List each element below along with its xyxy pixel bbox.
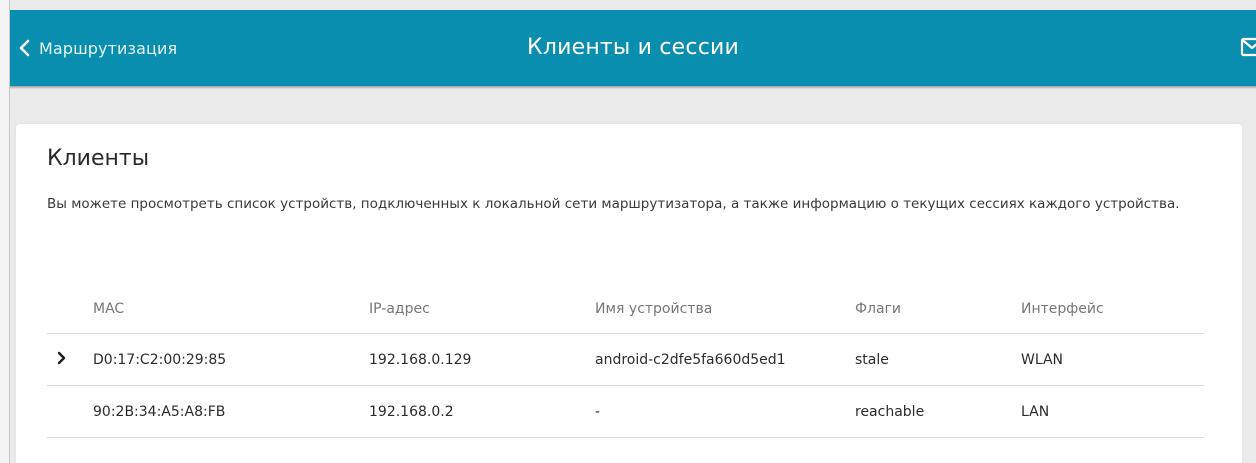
section-title: Клиенты xyxy=(47,146,150,171)
cell-device-name: android-c2dfe5fa660d5ed1 xyxy=(595,351,786,368)
page-title: Клиенты и сессии xyxy=(527,35,739,60)
app-frame: Маршрутизация Клиенты и сессии Клиенты В… xyxy=(0,0,1256,463)
cell-mac: 90:2B:34:A5:A8:FB xyxy=(93,403,226,420)
clients-table: MAC IP-адрес Имя устройства Флаги Интерф… xyxy=(47,284,1204,438)
column-header-device-name: Имя устройства xyxy=(595,300,713,317)
column-header-ip: IP-адрес xyxy=(369,300,430,317)
cell-device-name: - xyxy=(595,403,601,420)
clients-card: Клиенты Вы можете просмотреть список уст… xyxy=(16,124,1242,463)
chevron-right-icon xyxy=(57,351,67,369)
mail-icon[interactable] xyxy=(1240,36,1256,58)
cell-mac: D0:17:C2:00:29:85 xyxy=(93,351,227,368)
cell-flags: stale xyxy=(855,351,889,368)
cell-interface: LAN xyxy=(1021,403,1050,420)
section-description: Вы можете просмотреть список устройств, … xyxy=(47,196,1180,212)
column-header-interface: Интерфейс xyxy=(1021,300,1104,317)
expand-row-button[interactable] xyxy=(47,334,77,385)
column-header-mac: MAC xyxy=(93,300,125,317)
cell-flags: reachable xyxy=(855,403,925,420)
top-bar: Маршрутизация Клиенты и сессии xyxy=(10,10,1256,86)
table-row[interactable]: 90:2B:34:A5:A8:FB 192.168.0.2 - reachabl… xyxy=(47,386,1204,438)
table-header-row: MAC IP-адрес Имя устройства Флаги Интерф… xyxy=(47,284,1204,334)
header-shadow xyxy=(10,86,1256,89)
cell-ip: 192.168.0.129 xyxy=(369,351,472,368)
cell-ip: 192.168.0.2 xyxy=(369,403,454,420)
table-row[interactable]: D0:17:C2:00:29:85 192.168.0.129 android-… xyxy=(47,334,1204,386)
cell-interface: WLAN xyxy=(1021,351,1064,368)
column-header-flags: Флаги xyxy=(855,300,902,317)
left-edge-panel xyxy=(0,0,10,463)
